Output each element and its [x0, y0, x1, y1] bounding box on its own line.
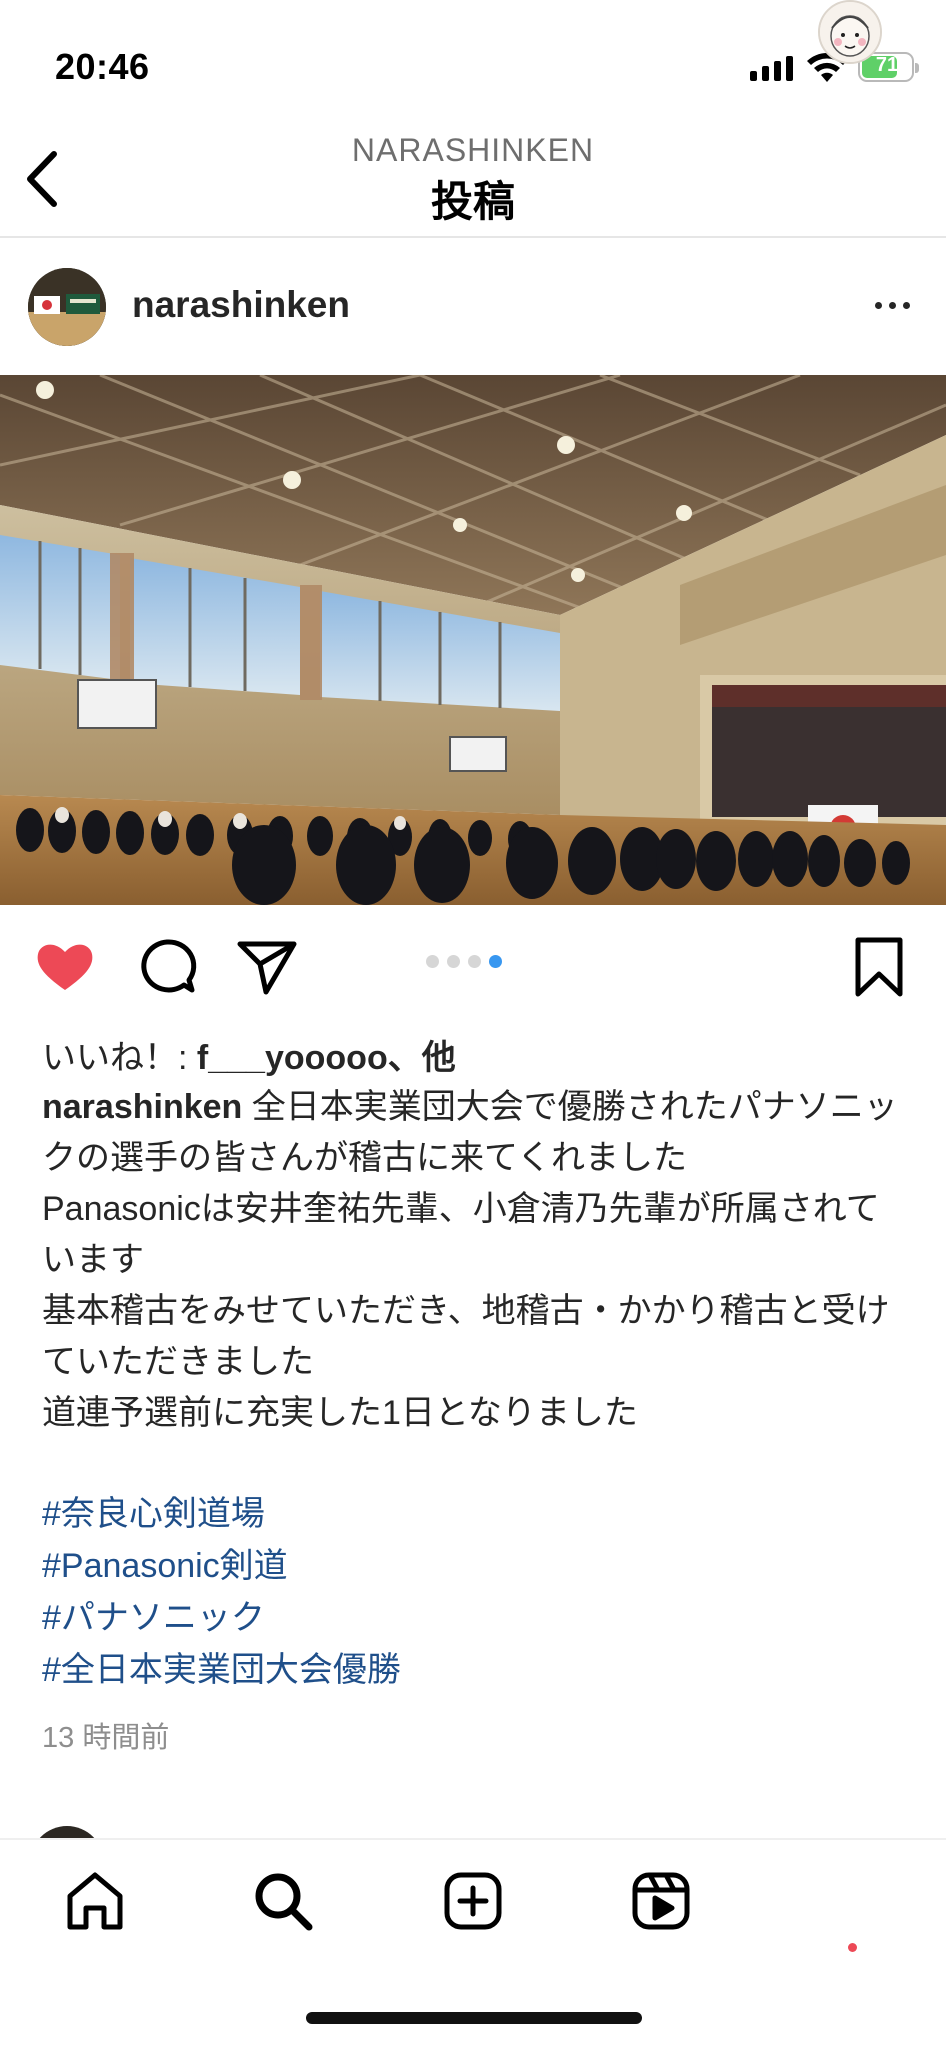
nav-subtitle: NARASHINKEN — [351, 132, 595, 168]
notification-dot — [848, 1943, 857, 1952]
home-indicator[interactable] — [306, 2012, 642, 2024]
likes-others[interactable]: 、他 — [388, 1039, 456, 1077]
reels-icon — [632, 1872, 690, 1930]
carousel-dot — [468, 955, 481, 968]
heart-filled-icon — [37, 944, 93, 990]
carousel-dot-active — [489, 955, 502, 968]
search-icon — [255, 1873, 313, 1931]
tab-search[interactable] — [252, 1870, 314, 1932]
tab-profile[interactable] — [818, 0, 882, 64]
battery-level: 71 — [875, 54, 899, 76]
likes-prefix: いいね！: — [42, 1039, 197, 1077]
post-timestamp: 13 時間前 — [42, 1722, 170, 1754]
bookmark-icon — [855, 937, 903, 997]
caption-line: 基本稽古をみせていただき、地稽古・かかり稽古と受けていただきました — [42, 1292, 890, 1381]
likes-summary[interactable]: いいね！: f___yooooo、他 — [42, 1030, 456, 1079]
post-username[interactable]: narashinken — [132, 284, 350, 326]
page-title: 投稿 — [430, 178, 515, 225]
tab-home[interactable] — [64, 1870, 126, 1932]
post-author-avatar[interactable] — [28, 268, 106, 346]
liker-username[interactable]: f___yooooo — [197, 1039, 388, 1077]
gym-photo-image — [0, 375, 946, 905]
tab-create[interactable] — [442, 1870, 504, 1932]
cellular-signal-icon — [750, 56, 793, 81]
carousel-dot — [426, 955, 439, 968]
share-button[interactable] — [236, 936, 298, 998]
hashtag-link[interactable]: #パナソニック — [42, 1592, 401, 1644]
caption-username[interactable]: narashinken — [42, 1088, 242, 1126]
header-divider — [0, 236, 946, 238]
carousel-dot — [447, 955, 460, 968]
hashtag-link[interactable]: #奈良心剣道場 — [42, 1488, 401, 1540]
save-button[interactable] — [848, 936, 910, 998]
profile-avatar — [820, 2, 880, 62]
like-button[interactable] — [34, 936, 96, 998]
caption-line: 道連予選前に充実した1日となりました — [42, 1394, 638, 1432]
home-icon — [67, 1872, 123, 1930]
more-options-button[interactable] — [864, 290, 920, 320]
post-photo[interactable] — [0, 375, 946, 905]
post-caption: narashinken 全日本実業団大会で優勝されたパナソニックの選手の皆さんが… — [42, 1082, 912, 1439]
tab-reels[interactable] — [630, 1870, 692, 1932]
paper-plane-icon — [237, 941, 297, 995]
comment-icon — [141, 939, 197, 993]
status-time: 20:46 — [55, 46, 150, 87]
hashtag-list: #奈良心剣道場 #Panasonic剣道 #パナソニック #全日本実業団大会優勝 — [42, 1488, 401, 1696]
caption-line: Panasonicは安井奎祐先輩、小倉清乃先輩が所属されています — [42, 1190, 880, 1279]
comment-button[interactable] — [136, 936, 198, 998]
hashtag-link[interactable]: #全日本実業団大会優勝 — [42, 1644, 401, 1696]
ellipsis-icon — [874, 301, 882, 309]
avatar-image — [28, 268, 106, 346]
plus-square-icon — [444, 1872, 502, 1930]
hashtag-link[interactable]: #Panasonic剣道 — [42, 1540, 401, 1592]
carousel-indicator — [426, 955, 502, 968]
